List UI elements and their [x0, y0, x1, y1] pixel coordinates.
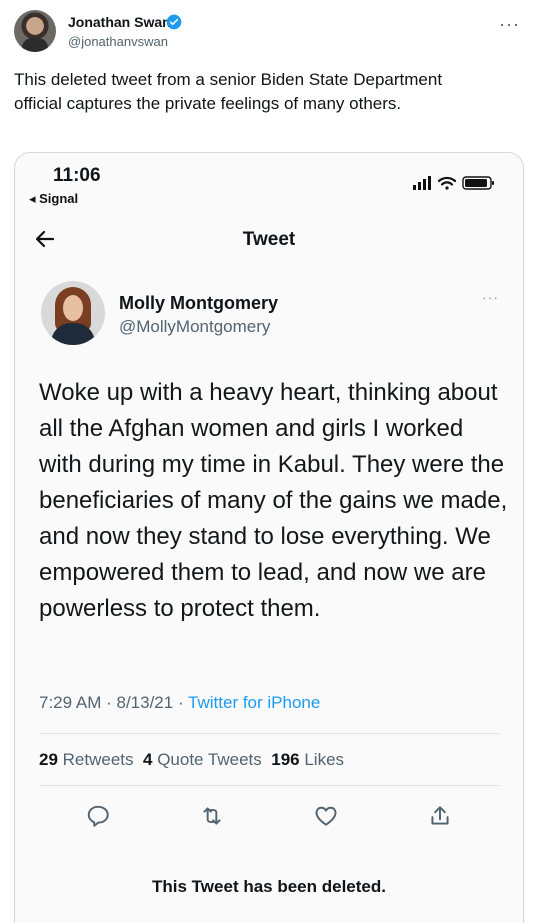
inner-tweet-stats: 29 Retweets 4 Quote Tweets 196 Likes: [39, 750, 344, 770]
divider: [39, 785, 499, 786]
inner-tweet-source: Twitter for iPhone: [188, 693, 321, 712]
inner-more-options-icon: ···: [482, 289, 499, 305]
verified-badge-icon: [166, 14, 182, 30]
inner-tweet-meta: 7:29 AM · 8/13/21 · Twitter for iPhone: [39, 693, 321, 712]
share-icon: [431, 806, 449, 825]
tweet-text: This deleted tweet from a senior Biden S…: [14, 70, 443, 113]
author-handle[interactable]: @jonathanvswan: [68, 34, 168, 49]
inner-avatar: [41, 281, 105, 345]
wifi-icon: [437, 176, 457, 190]
status-time: 11:06: [53, 165, 101, 186]
retweet-icon: [203, 807, 221, 825]
retweets-count: 29: [39, 750, 58, 769]
tweet-header: Jonathan Swan @jonathanvswan ···: [14, 10, 522, 54]
likes-count: 196: [271, 750, 300, 769]
more-options-icon[interactable]: ···: [499, 14, 520, 35]
quotes-count: 4: [142, 750, 153, 769]
retweets-label: Retweets: [62, 750, 134, 769]
battery-icon: [462, 176, 494, 190]
author-avatar[interactable]: [14, 10, 56, 52]
inner-action-bar: [39, 803, 499, 833]
back-to-app-label: ◂ Signal: [29, 191, 79, 206]
inner-author-handle: @MollyMontgomery: [119, 317, 271, 336]
deleted-notice: This Tweet has been deleted.: [152, 877, 386, 896]
inner-tweet-time: 7:29 AM: [39, 693, 102, 712]
attached-screenshot[interactable]: 11:06 ◂ Signal Tweet Molly Montgomery @M…: [14, 152, 524, 923]
inner-tweet-text: Woke up with a heavy heart, thinking abo…: [39, 379, 508, 622]
inner-author-name: Molly Montgomery: [119, 293, 279, 313]
likes-label: Likes: [304, 750, 345, 769]
divider: [39, 733, 499, 734]
author-name[interactable]: Jonathan Swan: [68, 14, 171, 30]
nav-title: Tweet: [242, 229, 296, 250]
status-icons: [413, 176, 494, 190]
reply-icon: [87, 805, 109, 827]
like-heart-icon: [315, 806, 337, 826]
signal-icon: [413, 176, 431, 190]
quotes-label: Quote Tweets: [157, 750, 262, 769]
inner-tweet-date: 8/13/21: [116, 693, 174, 712]
